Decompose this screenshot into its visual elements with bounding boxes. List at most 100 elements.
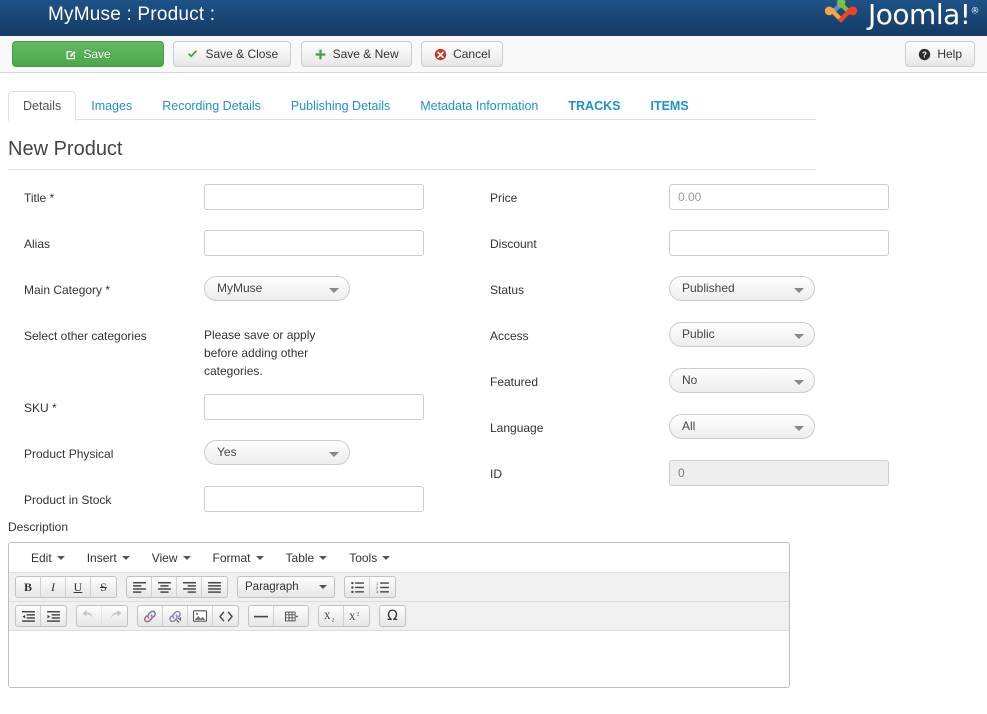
paragraph-format-select[interactable]: Paragraph bbox=[238, 577, 334, 597]
tab-items[interactable]: ITEMS bbox=[635, 91, 703, 121]
other-categories-note: Please save or apply before adding other… bbox=[204, 322, 344, 380]
numbered-list-icon[interactable]: 123 bbox=[370, 577, 395, 597]
language-select[interactable]: All bbox=[669, 414, 815, 439]
svg-text:2: 2 bbox=[357, 611, 360, 617]
tab-tracks-label: TRACKS bbox=[568, 99, 620, 113]
price-input[interactable] bbox=[669, 184, 889, 210]
chevron-down-icon bbox=[382, 556, 390, 560]
chevron-down-icon bbox=[57, 556, 65, 560]
tab-publishing-details[interactable]: Publishing Details bbox=[276, 91, 405, 121]
tab-metadata-information[interactable]: Metadata Information bbox=[405, 91, 553, 121]
cancel-circle-icon bbox=[434, 48, 447, 61]
featured-select[interactable]: No bbox=[669, 368, 815, 393]
access-value: Public bbox=[682, 327, 715, 341]
align-left-icon[interactable] bbox=[127, 577, 152, 597]
outdent-icon[interactable] bbox=[16, 606, 41, 626]
field-status-label: Status bbox=[490, 283, 660, 298]
bold-icon[interactable]: B bbox=[16, 577, 41, 597]
field-alias: Alias bbox=[0, 230, 470, 276]
save-and-close-button[interactable]: Save & Close bbox=[173, 41, 291, 67]
plus-icon bbox=[314, 48, 327, 61]
form-column-right: Price Discount Status Published Access bbox=[470, 184, 910, 506]
joomla-logo-icon bbox=[820, 0, 862, 34]
field-title: Title * bbox=[0, 184, 470, 230]
save-button[interactable]: Save bbox=[12, 41, 164, 67]
editor-menu-view[interactable]: View bbox=[142, 547, 201, 569]
discount-input[interactable] bbox=[669, 230, 889, 256]
align-justify-icon[interactable] bbox=[202, 577, 227, 597]
source-code-icon[interactable] bbox=[213, 606, 238, 626]
toolbar-group-block bbox=[248, 605, 309, 627]
toolbar-group-format: Paragraph bbox=[237, 576, 335, 598]
align-center-icon[interactable] bbox=[152, 577, 177, 597]
editor-menu-insert[interactable]: Insert bbox=[77, 547, 140, 569]
trademark-mark: ® bbox=[971, 6, 980, 16]
editor-menu-tools[interactable]: Tools bbox=[339, 547, 400, 569]
chevron-down-icon bbox=[256, 556, 264, 560]
main-category-select[interactable]: MyMuse bbox=[204, 276, 350, 301]
chevron-down-icon bbox=[794, 426, 804, 431]
editor-toolbar-row-2: X2 X2 Ω bbox=[9, 602, 789, 631]
field-language-label: Language bbox=[490, 421, 660, 436]
access-select[interactable]: Public bbox=[669, 322, 815, 347]
align-right-icon[interactable] bbox=[177, 577, 202, 597]
editor-menu-edit[interactable]: Edit bbox=[21, 547, 75, 569]
field-discount: Discount bbox=[470, 230, 910, 276]
language-value: All bbox=[682, 419, 695, 433]
field-alias-label: Alias bbox=[24, 237, 199, 252]
product-physical-select[interactable]: Yes bbox=[204, 440, 350, 465]
strikethrough-icon[interactable]: S bbox=[91, 577, 116, 597]
editor-content-area[interactable] bbox=[9, 631, 789, 687]
image-icon[interactable] bbox=[188, 606, 213, 626]
tab-images[interactable]: Images bbox=[76, 91, 147, 121]
indent-icon[interactable] bbox=[41, 606, 66, 626]
svg-text:3: 3 bbox=[376, 590, 378, 593]
field-id-label: ID bbox=[490, 467, 660, 482]
paragraph-format-value: Paragraph bbox=[245, 581, 299, 593]
pencil-square-icon bbox=[65, 48, 77, 60]
unlink-icon[interactable] bbox=[163, 606, 188, 626]
table-icon[interactable] bbox=[274, 606, 308, 626]
tab-details[interactable]: Details bbox=[8, 91, 76, 121]
field-product-physical-label: Product Physical bbox=[24, 447, 199, 462]
chevron-down-icon bbox=[319, 556, 327, 560]
product-in-stock-input[interactable] bbox=[204, 486, 424, 512]
page-title: New Product bbox=[8, 138, 816, 170]
featured-value: No bbox=[682, 373, 697, 387]
chevron-down-icon bbox=[329, 288, 339, 293]
sku-input[interactable] bbox=[204, 394, 424, 420]
toolbar-group-lists: 123 bbox=[344, 576, 396, 598]
help-button[interactable]: ? Help bbox=[905, 41, 975, 67]
status-select[interactable]: Published bbox=[669, 276, 815, 301]
special-character-icon[interactable]: Ω bbox=[380, 606, 405, 626]
save-and-new-button[interactable]: Save & New bbox=[301, 41, 412, 67]
editor-menu-format[interactable]: Format bbox=[203, 547, 274, 569]
main-category-value: MyMuse bbox=[217, 281, 262, 295]
subscript-icon[interactable]: X2 bbox=[319, 606, 344, 626]
svg-text:?: ? bbox=[922, 50, 927, 59]
joomla-logo: Joomla!® bbox=[820, 0, 979, 34]
editor-menu-table[interactable]: Table bbox=[276, 547, 338, 569]
italic-icon[interactable]: I bbox=[41, 577, 66, 597]
app-header: MyMuse : Product : Joomla!® bbox=[0, 0, 987, 36]
save-and-close-label: Save & Close bbox=[205, 47, 278, 61]
svg-text:X: X bbox=[324, 611, 331, 621]
superscript-icon[interactable]: X2 bbox=[344, 606, 369, 626]
tab-metadata-information-label: Metadata Information bbox=[420, 99, 538, 113]
underline-icon[interactable]: U bbox=[66, 577, 91, 597]
toolbar-group-alignment bbox=[126, 576, 228, 598]
bullet-list-icon[interactable] bbox=[345, 577, 370, 597]
tab-tracks[interactable]: TRACKS bbox=[553, 91, 635, 121]
link-icon[interactable] bbox=[138, 606, 163, 626]
cancel-button[interactable]: Cancel bbox=[421, 41, 503, 67]
field-status: Status Published bbox=[470, 276, 910, 322]
chevron-down-icon bbox=[794, 380, 804, 385]
field-price: Price bbox=[470, 184, 910, 230]
horizontal-rule-icon[interactable] bbox=[249, 606, 274, 626]
editor-menu-format-label: Format bbox=[213, 551, 251, 565]
title-input[interactable] bbox=[204, 184, 424, 210]
alias-input[interactable] bbox=[204, 230, 424, 256]
tab-recording-details[interactable]: Recording Details bbox=[147, 91, 276, 121]
field-sku-label: SKU * bbox=[24, 401, 199, 416]
page-breadcrumb-title: MyMuse : Product : bbox=[48, 4, 215, 26]
